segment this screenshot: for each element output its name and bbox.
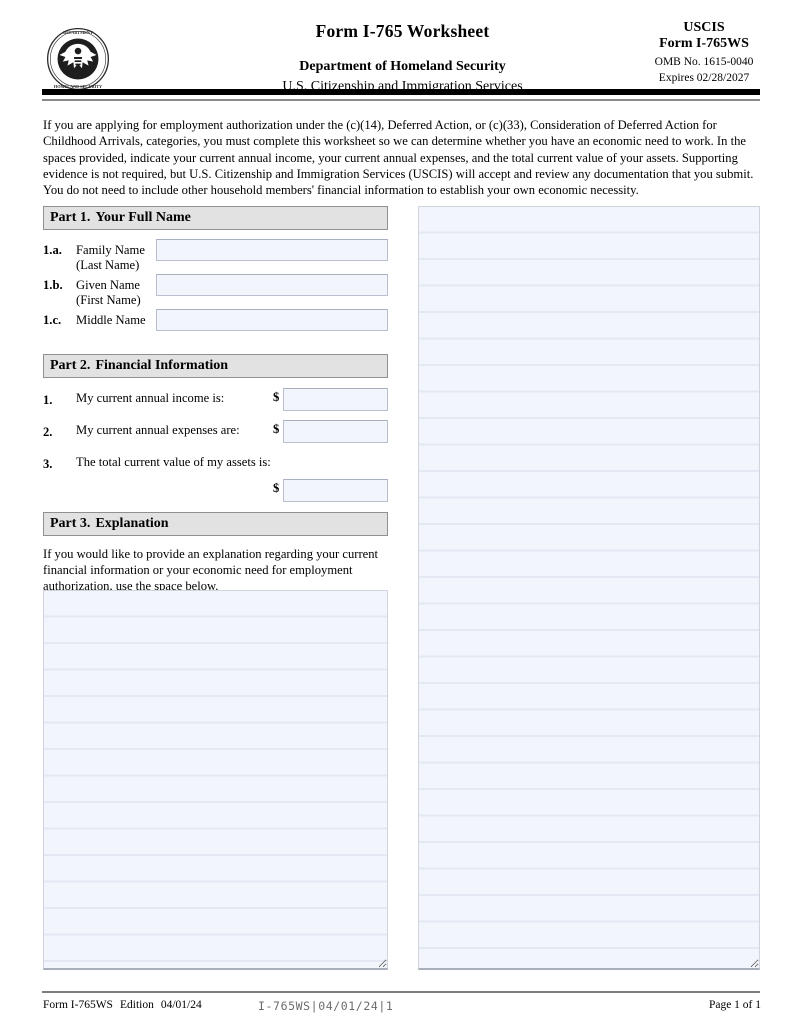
instructions-text: If you are applying for employment autho… bbox=[43, 118, 754, 198]
part-1-number: Part 1. bbox=[50, 210, 91, 225]
family-name-input[interactable] bbox=[156, 239, 388, 261]
footer-form-name: Form I-765WS bbox=[43, 999, 113, 1011]
label-annual-income: My current annual income is: bbox=[76, 391, 225, 405]
explanation-textarea-left[interactable] bbox=[43, 590, 388, 970]
uscis-info-block: USCIS Form I-765WS OMB No. 1615-0040 Exp… bbox=[628, 20, 780, 86]
expiration-date: Expires 02/28/2027 bbox=[658, 72, 750, 84]
label-middle-name: Middle Name bbox=[76, 313, 146, 327]
label-annual-expenses: My current annual expenses are: bbox=[76, 423, 240, 437]
department-title: Department of Homeland Security bbox=[299, 59, 506, 74]
explanation-textarea-right[interactable] bbox=[418, 206, 760, 970]
footer-edition-date: 04/01/24 bbox=[160, 999, 202, 1011]
field-row-total-assets: 3. The total current value of my assets … bbox=[43, 452, 388, 514]
part-3-header: Part 3. Explanation bbox=[43, 512, 388, 536]
field-row-annual-expenses: 2. My current annual expenses are: $ bbox=[43, 420, 388, 452]
item-number-1a: 1.a. bbox=[43, 243, 62, 257]
footer-barcode-text: I-765WS|04/01/24|1 bbox=[258, 999, 394, 1013]
part-1-header: Part 1. Your Full Name bbox=[43, 206, 388, 230]
part-2-fields: 1. My current annual income is: $ 2. My … bbox=[43, 388, 388, 508]
total-assets-input[interactable] bbox=[283, 479, 388, 502]
instructions-paragraph: If you are applying for employment autho… bbox=[43, 117, 761, 198]
item-number-2-3: 3. bbox=[43, 457, 53, 471]
footer-page-number: Page 1 of 1 bbox=[708, 999, 761, 1011]
label-given-name: Given Name (First Name) bbox=[76, 276, 141, 307]
footer-divider bbox=[42, 991, 760, 993]
uscis-label: USCIS bbox=[683, 20, 725, 35]
title-block: Form I-765 Worksheet Department of Homel… bbox=[180, 20, 625, 96]
currency-symbol-assets: $ bbox=[273, 481, 280, 495]
label-family-name-sub: (Last Name) bbox=[76, 257, 140, 272]
header-divider-thick bbox=[42, 89, 760, 95]
field-row-annual-income: 1. My current annual income is: $ bbox=[43, 388, 388, 420]
middle-name-input[interactable] bbox=[156, 309, 388, 331]
left-column: Part 1. Your Full Name 1.a. Family Name (… bbox=[43, 206, 388, 594]
item-number-1c: 1.c. bbox=[43, 313, 62, 327]
part-3-number: Part 3. bbox=[50, 516, 91, 531]
label-given-name-sub: (First Name) bbox=[76, 292, 141, 307]
item-number-2-2: 2. bbox=[43, 425, 53, 439]
given-name-input[interactable] bbox=[156, 274, 388, 296]
annual-expenses-input[interactable] bbox=[283, 420, 388, 443]
page-footer: Form I-765WS Edition 04/01/24 I-765WS|04/0… bbox=[43, 999, 761, 1017]
label-family-name: Family Name (Last Name) bbox=[76, 241, 145, 272]
currency-symbol-income: $ bbox=[273, 390, 280, 404]
item-number-1b: 1.b. bbox=[43, 278, 63, 292]
page-title: Form I-765 Worksheet bbox=[315, 21, 490, 41]
form-header: DEPARTMENT HOMELAND SECURITY Form I-765 … bbox=[0, 0, 800, 100]
label-family-name-main: Family Name bbox=[76, 243, 145, 257]
part-2-title: Financial Information bbox=[95, 358, 229, 373]
item-number-2-1: 1. bbox=[43, 393, 53, 407]
part-3-instruction: If you would like to provide an explanat… bbox=[43, 547, 379, 593]
footer-edition-info: Form I-765WS Edition 04/01/24 bbox=[43, 999, 202, 1011]
svg-text:DEPARTMENT: DEPARTMENT bbox=[63, 30, 93, 35]
uscis-form-number: Form I-765WS bbox=[659, 36, 749, 51]
label-given-name-main: Given Name bbox=[76, 278, 140, 292]
dhs-seal-icon: DEPARTMENT HOMELAND SECURITY bbox=[45, 26, 111, 92]
annual-income-input[interactable] bbox=[283, 388, 388, 411]
part-2-header: Part 2. Financial Information bbox=[43, 354, 388, 378]
label-total-assets: The total current value of my assets is: bbox=[76, 455, 271, 469]
part-1-fields: 1.a. Family Name (Last Name) 1.b. Given … bbox=[43, 230, 388, 331]
part-3-title: Explanation bbox=[95, 516, 169, 531]
footer-edition-label: Edition bbox=[119, 999, 154, 1011]
header-divider-thin bbox=[42, 99, 760, 101]
part-2-number: Part 2. bbox=[50, 358, 91, 373]
part-1-title: Your Full Name bbox=[95, 210, 191, 225]
omb-number: OMB No. 1615-0040 bbox=[654, 56, 754, 68]
currency-symbol-expenses: $ bbox=[273, 422, 280, 436]
